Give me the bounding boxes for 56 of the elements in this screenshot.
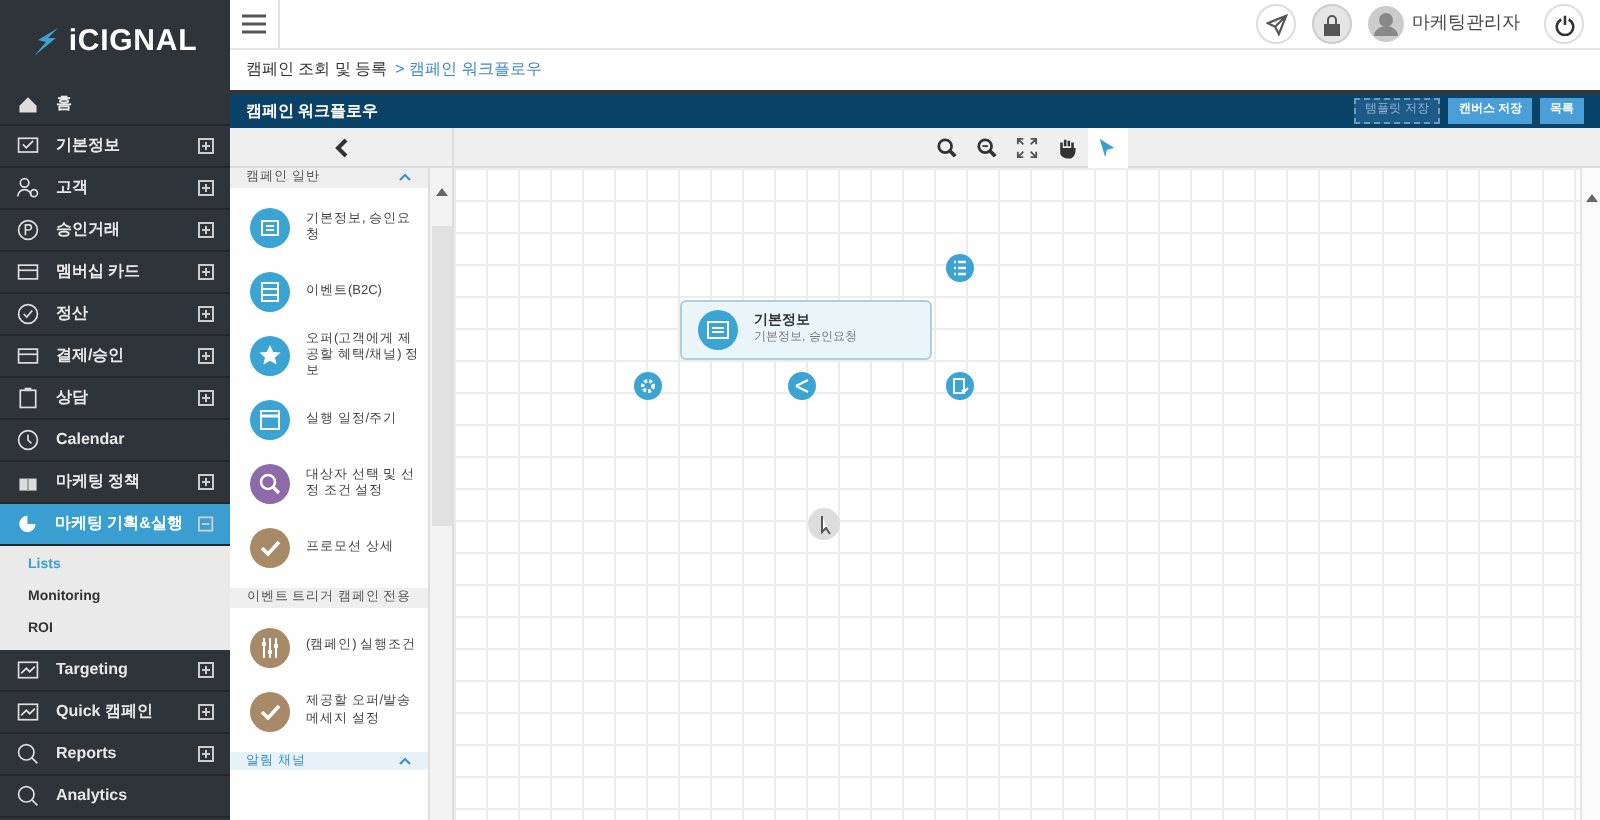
zoom-in-icon[interactable]: [936, 136, 958, 160]
pointer-icon[interactable]: [1096, 136, 1118, 160]
send-button[interactable]: [1256, 4, 1296, 44]
logo: iCIGNAL: [68, 21, 198, 62]
clock-icon: [16, 428, 40, 452]
monitor-icon: [16, 134, 40, 158]
expand-icon[interactable]: [198, 138, 214, 154]
expand-icon[interactable]: [198, 348, 214, 364]
settings-icon[interactable]: [634, 372, 662, 400]
house-icon: [16, 92, 40, 116]
expand-icon[interactable]: [198, 704, 214, 720]
check-circle-icon: [16, 302, 40, 326]
card-icon: [16, 260, 40, 284]
expand-icon[interactable]: [198, 306, 214, 322]
cursor-icon: [808, 508, 840, 540]
expand-icon[interactable]: [198, 390, 214, 406]
list-icon[interactable]: [946, 254, 974, 282]
document-icon[interactable]: [946, 372, 974, 400]
collapse-icon[interactable]: [398, 172, 412, 183]
user-name: 마케팅관리자: [1412, 10, 1520, 37]
lock-icon[interactable]: [1322, 13, 1342, 35]
breadcrumb-item[interactable]: 캠페인 조회 및 등록: [246, 58, 388, 82]
expand-icon[interactable]: [198, 662, 214, 678]
scroll-up-icon[interactable]: [435, 188, 447, 196]
clipboard-icon: [16, 386, 40, 410]
expand-arrows-icon[interactable]: [1016, 136, 1038, 160]
card-icon: [16, 344, 40, 368]
chart-icon: [16, 700, 40, 724]
paper-plane-icon[interactable]: [1265, 13, 1287, 35]
avatar-icon: [1368, 6, 1404, 42]
pie-chart-icon: [16, 512, 39, 536]
p-circle-icon: [16, 218, 40, 242]
expand-icon[interactable]: [198, 180, 214, 196]
form-icon: [698, 310, 738, 350]
expand-icon[interactable]: [198, 222, 214, 238]
canvas-scrollbar[interactable]: [1580, 168, 1600, 820]
lock-button[interactable]: [1312, 4, 1352, 44]
search-icon: [16, 742, 40, 766]
user-icon: [16, 176, 40, 200]
logo-icon: [32, 26, 61, 58]
breadcrumb-item: > 캠페인 워크플로우: [395, 58, 542, 82]
menu-icon[interactable]: [242, 14, 266, 34]
chevron-left-icon[interactable]: [333, 137, 349, 157]
search-icon: [16, 784, 40, 808]
collapse-icon[interactable]: [398, 755, 412, 766]
scrollbar[interactable]: [428, 168, 452, 820]
expand-icon[interactable]: [198, 474, 214, 490]
zoom-out-icon[interactable]: [976, 136, 998, 160]
chart-icon: [16, 658, 40, 682]
hand-icon[interactable]: [1056, 136, 1078, 160]
expand-icon[interactable]: [198, 264, 214, 280]
expand-icon[interactable]: [198, 746, 214, 762]
page-title: 캠페인 워크플로우: [246, 99, 379, 123]
power-button[interactable]: [1544, 4, 1584, 44]
scroll-up-icon[interactable]: [1585, 194, 1597, 202]
power-icon[interactable]: [1553, 13, 1575, 35]
